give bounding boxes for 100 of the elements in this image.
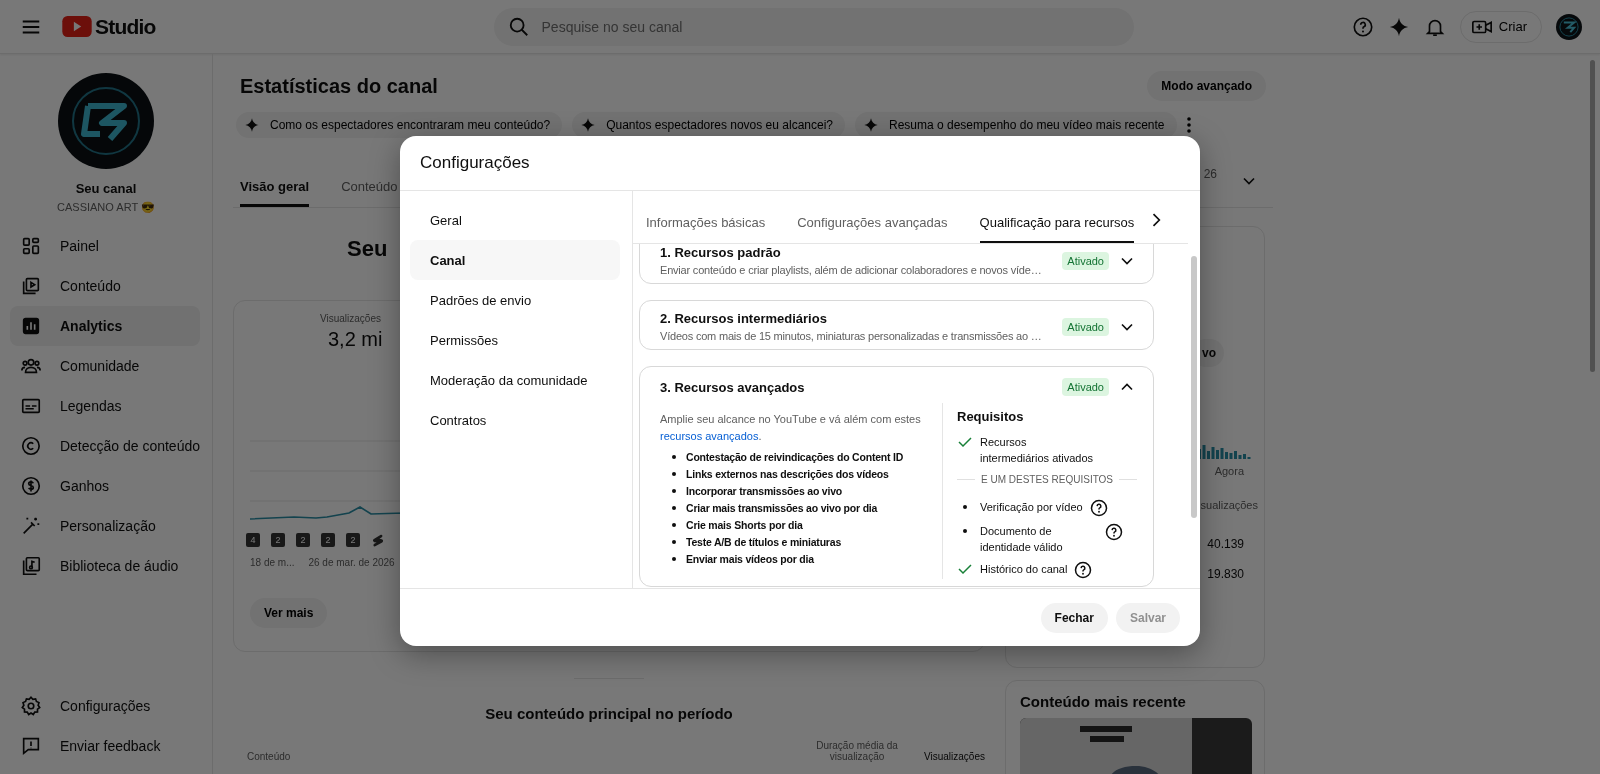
more-icon[interactable] <box>1186 117 1191 133</box>
account-avatar[interactable] <box>1556 13 1582 40</box>
settings-nav-item[interactable]: Moderação da comunidade <box>410 360 620 400</box>
search-field[interactable]: Pesquise no seu canal <box>493 7 1134 46</box>
grid-icon <box>20 235 42 257</box>
table-cell: 40.139 <box>1207 537 1244 551</box>
metric-label: Visualizações <box>320 313 381 324</box>
bullet-icon <box>963 505 967 509</box>
suggestion-chip[interactable]: Resuma o desempenho do meu vídeo mais recente <box>855 112 1177 138</box>
video-count-badge[interactable]: 2 <box>296 533 310 547</box>
settings-tab[interactable]: Configurações avançadas <box>797 215 948 243</box>
suggestion-chip[interactable]: Como os espectadores encontraram meu conteúdo? <box>236 112 563 138</box>
status-badge: Ativado <box>1062 317 1109 336</box>
checkmark-icon <box>957 561 973 577</box>
requirement-text: Documento de identidade válido <box>980 524 1064 555</box>
channel-avatar[interactable] <box>58 73 154 169</box>
axis-label: Agora <box>1214 465 1244 477</box>
status-badge: Ativado <box>1062 251 1109 270</box>
settings-nav-item[interactable]: Permissões <box>410 320 620 360</box>
sidebar-item[interactable]: Enviar feedback <box>10 726 200 766</box>
feature-item: Teste A/B de títulos e miniaturas <box>686 536 842 548</box>
metric-value: 3,2 mi <box>328 328 383 351</box>
section-title: Seu conteúdo principal no período <box>485 705 733 722</box>
section-heading: 3. Recursos avançados <box>660 379 806 395</box>
sidebar-item[interactable]: Ganhos <box>10 466 200 506</box>
card-title: Conteúdo mais recente <box>1020 693 1187 710</box>
sidebar-item[interactable]: Configurações <box>10 686 200 726</box>
bullet-icon <box>672 540 676 544</box>
see-more-button[interactable]: Ver mais <box>250 598 328 628</box>
settings-nav-item[interactable]: Contratos <box>410 400 620 440</box>
channel-title: Seu canal <box>75 181 137 196</box>
video-count-badge[interactable]: 2 <box>271 533 285 547</box>
feature-item: Links externos nas descrições dos vídeos <box>686 468 889 480</box>
intro-paragraph: Amplie seu alcance no YouTube e vá além com estes recursos avançados. <box>660 412 922 444</box>
settings-tab[interactable]: Informações básicas <box>646 215 766 243</box>
channel-name: CASSIANO ART 😎 <box>57 201 155 214</box>
divider-label: E UM DESTES REQUISITOS <box>980 474 1114 485</box>
bar-chart-drawing <box>1198 445 1252 459</box>
sparkle-icon <box>244 117 260 133</box>
feature-item: Criar mais transmissões ao vivo por dia <box>686 502 878 514</box>
help-icon[interactable] <box>1074 561 1093 579</box>
feature-item: Enviar mais vídeos por dia <box>686 553 814 565</box>
settings-tab[interactable]: Qualificação para recursos <box>979 215 1135 243</box>
status-badge: Ativado <box>1062 378 1109 396</box>
sidebar-item[interactable]: Comunidade <box>10 346 200 386</box>
feature-item: Crie mais Shorts por dia <box>686 519 803 531</box>
dialog-button[interactable]: Fechar <box>1040 602 1108 633</box>
feature-item: Contestação de reivindicações do Content ID <box>686 451 904 463</box>
shorts-icon[interactable] <box>371 532 386 548</box>
column-header[interactable]: Visualizações <box>924 751 985 762</box>
create-button[interactable]: Criar <box>1459 10 1542 43</box>
settings-nav-item[interactable]: Geral <box>410 200 620 240</box>
sidebar-item[interactable]: Painel <box>10 226 200 266</box>
bullet-icon <box>672 506 676 510</box>
logo-text: Studio <box>95 14 156 39</box>
feature-item: Incorporar transmissões ao vivo <box>686 485 843 497</box>
suggestion-chip[interactable]: Quantos espectadores novos eu alcancei? <box>572 112 845 138</box>
date-range-text: 26 <box>1203 167 1217 181</box>
bullet-icon <box>672 523 676 527</box>
settings-icon <box>20 695 42 717</box>
column-header[interactable]: Conteúdo <box>247 751 291 762</box>
settings-nav-item[interactable]: Padrões de envio <box>410 280 620 320</box>
video-count-badge[interactable]: 4 <box>246 533 260 547</box>
section-heading: 1. Recursos padrão <box>660 245 782 260</box>
requirement-text: Histórico do canal <box>980 562 1068 577</box>
axis-label: 18 de m... <box>250 557 295 568</box>
music-library-icon <box>20 555 42 577</box>
section-description: Vídeos com mais de 15 minutos, miniaturas personalizadas e transmissões ao … <box>660 330 1043 342</box>
requirement-text: Recursos intermediários ativados <box>980 435 1095 466</box>
sidebar-item[interactable]: Detecção de conteúdo <box>10 426 200 466</box>
settings-nav-item[interactable]: Canal <box>410 240 620 280</box>
sidebar-item[interactable]: Conteúdo <box>10 266 200 306</box>
section-heading: 2. Recursos intermediários <box>660 311 828 326</box>
video-count-badge[interactable]: 2 <box>321 533 335 547</box>
column-header[interactable]: Duração média da visualização <box>812 740 903 762</box>
axis-label: 26 de mar. de 2026 <box>308 557 395 568</box>
play-logo-icon <box>62 16 92 37</box>
page-tab[interactable]: Visão geral <box>240 179 310 207</box>
column-header: sualizações <box>1200 499 1258 511</box>
headline: Seu <box>347 236 388 263</box>
bar-chart-icon <box>20 315 42 337</box>
sidebar-item[interactable]: Legendas <box>10 386 200 426</box>
section-description: Enviar conteúdo e criar playlists, além de adicionar colaboradores e novos víde… <box>660 264 1043 276</box>
search-icon <box>507 15 530 38</box>
magic-wand-icon <box>20 515 42 537</box>
bullet-icon <box>672 472 676 476</box>
sidebar-item[interactable]: Analytics <box>10 306 200 346</box>
sidebar-item[interactable]: Personalização <box>10 506 200 546</box>
advanced-mode-button[interactable]: Modo avançado <box>1147 71 1266 101</box>
bullet-icon <box>672 489 676 493</box>
video-count-badge[interactable]: 2 <box>346 533 360 547</box>
help-icon[interactable] <box>1089 499 1108 517</box>
help-icon[interactable] <box>1105 523 1123 541</box>
sidebar-item[interactable]: Biblioteca de áudio <box>10 546 200 586</box>
copyright-icon <box>20 435 42 457</box>
page-tab[interactable]: Conteúdo <box>341 179 398 207</box>
table-cell: 19.830 <box>1207 567 1244 581</box>
feedback-icon <box>20 735 42 757</box>
video-library-icon <box>20 275 42 297</box>
sparkle-icon <box>863 117 879 133</box>
